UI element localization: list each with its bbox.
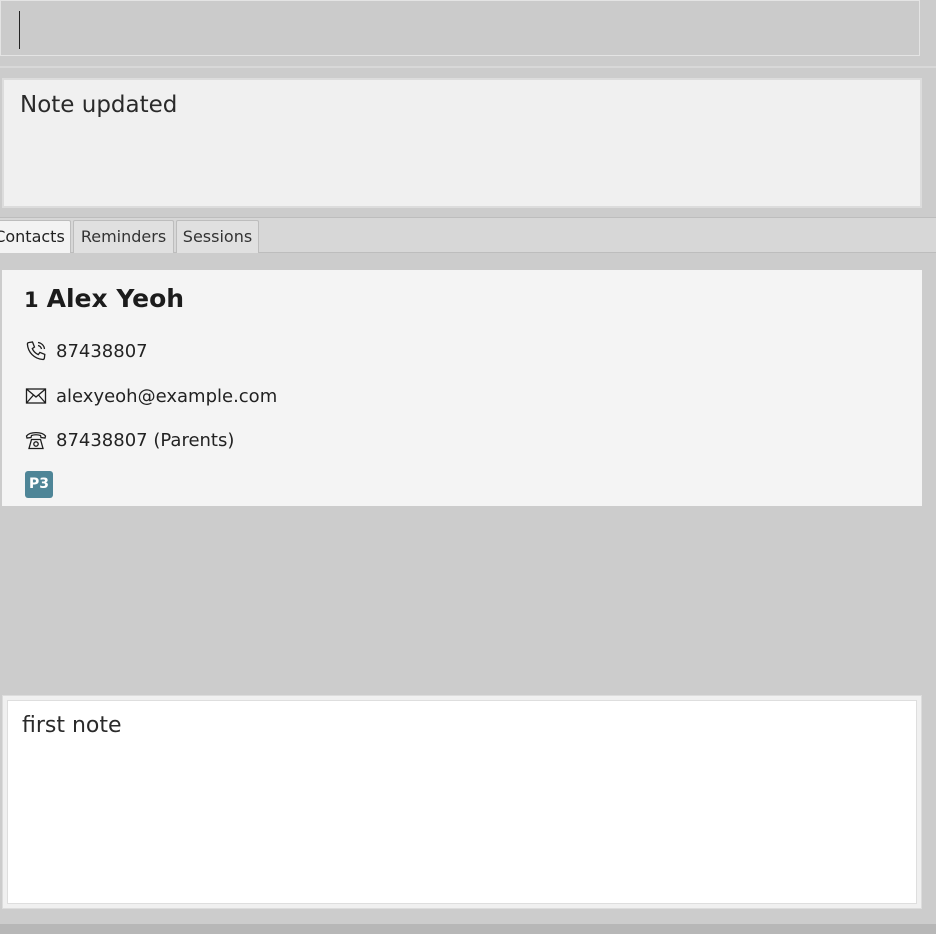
tab-bar: Contacts Reminders Sessions [0, 217, 936, 253]
contact-parent-phone: 87438807 (Parents) [56, 429, 235, 451]
contact-phone: 87438807 [56, 340, 148, 362]
tab-contacts[interactable]: Contacts [0, 220, 71, 253]
contact-phone-row: 87438807 [24, 339, 148, 363]
command-box[interactable] [0, 0, 923, 57]
command-input[interactable] [3, 3, 923, 57]
result-display: Note updated [2, 78, 922, 208]
contact-header: 1 Alex Yeoh [24, 284, 184, 313]
telephone-icon [24, 428, 48, 452]
contact-parent-phone-row: 87438807 (Parents) [24, 428, 234, 452]
result-message: Note updated [20, 92, 178, 118]
contact-index: 1 [24, 288, 39, 312]
envelope-icon [24, 384, 48, 408]
text-caret [19, 11, 20, 49]
tab-reminders[interactable]: Reminders [73, 220, 174, 253]
app-window: Note updated Contacts Reminders Sessions… [0, 0, 936, 934]
tab-sessions[interactable]: Sessions [176, 220, 259, 253]
contact-card[interactable]: 1 Alex Yeoh 87438807 alexyeoh@example.co… [2, 270, 922, 506]
contact-email-row: alexyeoh@example.com [24, 384, 277, 408]
contact-name: Alex Yeoh [46, 284, 185, 313]
divider [0, 66, 936, 68]
note-panel: first note [2, 695, 922, 909]
note-content: first note [22, 713, 122, 738]
status-bar [0, 924, 936, 934]
contact-email: alexyeoh@example.com [56, 385, 278, 407]
level-tag: P3 [25, 471, 53, 498]
note-text-area[interactable]: first note [7, 700, 917, 904]
phone-icon [24, 339, 48, 363]
